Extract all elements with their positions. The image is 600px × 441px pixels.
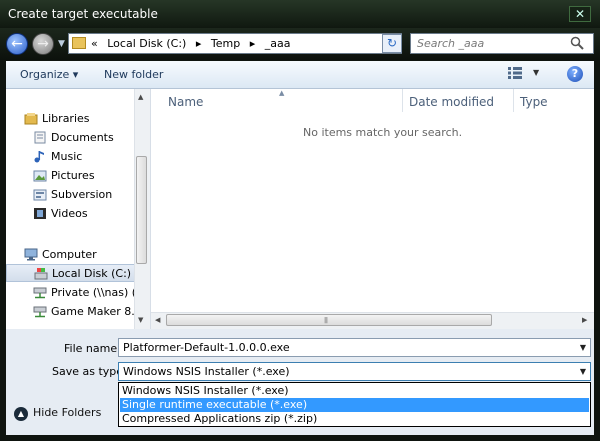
type-option-compressed-zip[interactable]: Compressed Applications zip (*.zip) [120, 412, 589, 426]
sidebar-item-subversion[interactable]: Subversion [6, 186, 136, 204]
sidebar-item-game-maker[interactable]: Game Maker 8.0 [6, 303, 136, 321]
column-header-name[interactable]: Name [168, 95, 203, 118]
forward-arrow-icon: → [37, 36, 49, 52]
search-icon[interactable] [570, 36, 584, 50]
back-arrow-icon: ← [11, 36, 23, 52]
file-name-dropdown-icon[interactable]: ▼ [580, 343, 586, 352]
sidebar-item-music[interactable]: Music [6, 148, 136, 166]
network-drive-icon [33, 306, 47, 318]
videos-icon [34, 208, 46, 219]
type-option-nsis-installer[interactable]: Windows NSIS Installer (*.exe) [120, 384, 589, 398]
refresh-icon: ↻ [386, 36, 398, 50]
breadcrumb-item-aaa[interactable]: _aaa [265, 37, 291, 50]
scroll-grip-icon: ||| [324, 317, 328, 324]
file-name-field[interactable]: Platformer-Default-1.0.0.0.exe ▼ [118, 338, 591, 357]
column-header-date-modified[interactable]: Date modified [409, 95, 494, 118]
sidebar-item-local-disk[interactable]: Local Disk (C:) [6, 264, 136, 282]
organize-button[interactable]: Organize ▾ [20, 68, 78, 81]
column-divider[interactable] [513, 89, 514, 112]
sidebar-item-documents[interactable]: Documents [6, 129, 136, 147]
save-dialog-window: Create target executable ✕ ← → ▼ « Local… [0, 0, 600, 441]
nav-pane-scroll-thumb[interactable] [136, 156, 147, 264]
breadcrumb: « Local Disk (C:) ▸ Temp ▸ _aaa [91, 37, 296, 50]
change-view-icon[interactable] [508, 67, 522, 79]
help-icon: ? [571, 67, 579, 80]
sidebar-item-pictures[interactable]: Pictures [6, 167, 136, 185]
scroll-left-icon[interactable]: ◀ [155, 316, 160, 324]
back-button[interactable]: ← [6, 33, 28, 55]
breadcrumb-item-local-disk[interactable]: Local Disk (C:) [107, 37, 186, 50]
views-dropdown-icon[interactable]: ▼ [533, 68, 539, 77]
type-option-single-runtime[interactable]: Single runtime executable (*.exe) [120, 398, 589, 412]
hide-folders-icon[interactable]: ▲ [14, 407, 28, 421]
local-disk-icon [34, 268, 48, 280]
documents-icon [34, 131, 46, 144]
column-divider[interactable] [402, 89, 403, 112]
pictures-icon [33, 170, 47, 182]
breadcrumb-item-temp[interactable]: Temp [211, 37, 240, 50]
computer-icon [24, 248, 38, 261]
scroll-right-icon[interactable]: ▶ [582, 316, 587, 324]
column-header-type[interactable]: Type [520, 95, 548, 118]
forward-button[interactable]: → [32, 33, 54, 55]
folder-icon [72, 37, 86, 49]
file-list-pane [151, 89, 594, 329]
sidebar-item-private-nas[interactable]: Private (\\nas) (P [6, 284, 136, 302]
help-button[interactable]: ? [567, 66, 583, 82]
save-as-type-label: Save as type: [52, 365, 127, 378]
sidebar-item-libraries[interactable]: Libraries [6, 110, 136, 128]
command-bar [6, 61, 594, 89]
hide-folders-button[interactable]: Hide Folders [33, 406, 101, 419]
sidebar-item-videos[interactable]: Videos [6, 205, 136, 223]
libraries-icon [24, 113, 38, 125]
window-title: Create target executable [8, 7, 158, 21]
scroll-up-icon[interactable]: ▲ [138, 93, 143, 101]
recent-pages-dropdown-icon[interactable]: ▼ [58, 39, 65, 49]
subversion-icon [33, 189, 47, 201]
save-as-type-select[interactable]: Windows NSIS Installer (*.exe) ▼ [118, 362, 591, 381]
sidebar-item-computer[interactable]: Computer [6, 246, 136, 264]
search-input[interactable]: Search _aaa [410, 33, 594, 54]
breadcrumb-separator-icon[interactable]: ▸ [250, 37, 256, 50]
file-name-value: Platformer-Default-1.0.0.0.exe [123, 341, 290, 354]
breadcrumb-overflow[interactable]: « [91, 37, 98, 50]
sort-ascending-icon: ▲ [279, 89, 285, 97]
network-drive-icon [33, 287, 47, 299]
refresh-button[interactable]: ↻ [382, 34, 402, 53]
save-as-type-dropdown-list: Windows NSIS Installer (*.exe) Single ru… [118, 382, 591, 427]
address-bar[interactable]: « Local Disk (C:) ▸ Temp ▸ _aaa ▼ [68, 33, 441, 54]
music-icon [34, 151, 44, 163]
breadcrumb-separator-icon[interactable]: ▸ [196, 37, 202, 50]
new-folder-button[interactable]: New folder [104, 68, 163, 81]
horizontal-scroll-thumb[interactable] [166, 314, 492, 326]
empty-folder-message: No items match your search. [303, 126, 463, 139]
save-as-type-dropdown-icon[interactable]: ▼ [580, 367, 586, 376]
file-name-label: File name: [64, 342, 121, 355]
scroll-down-icon[interactable]: ▼ [138, 316, 143, 324]
close-button[interactable]: ✕ [569, 6, 591, 22]
save-as-type-value: Windows NSIS Installer (*.exe) [123, 365, 290, 378]
